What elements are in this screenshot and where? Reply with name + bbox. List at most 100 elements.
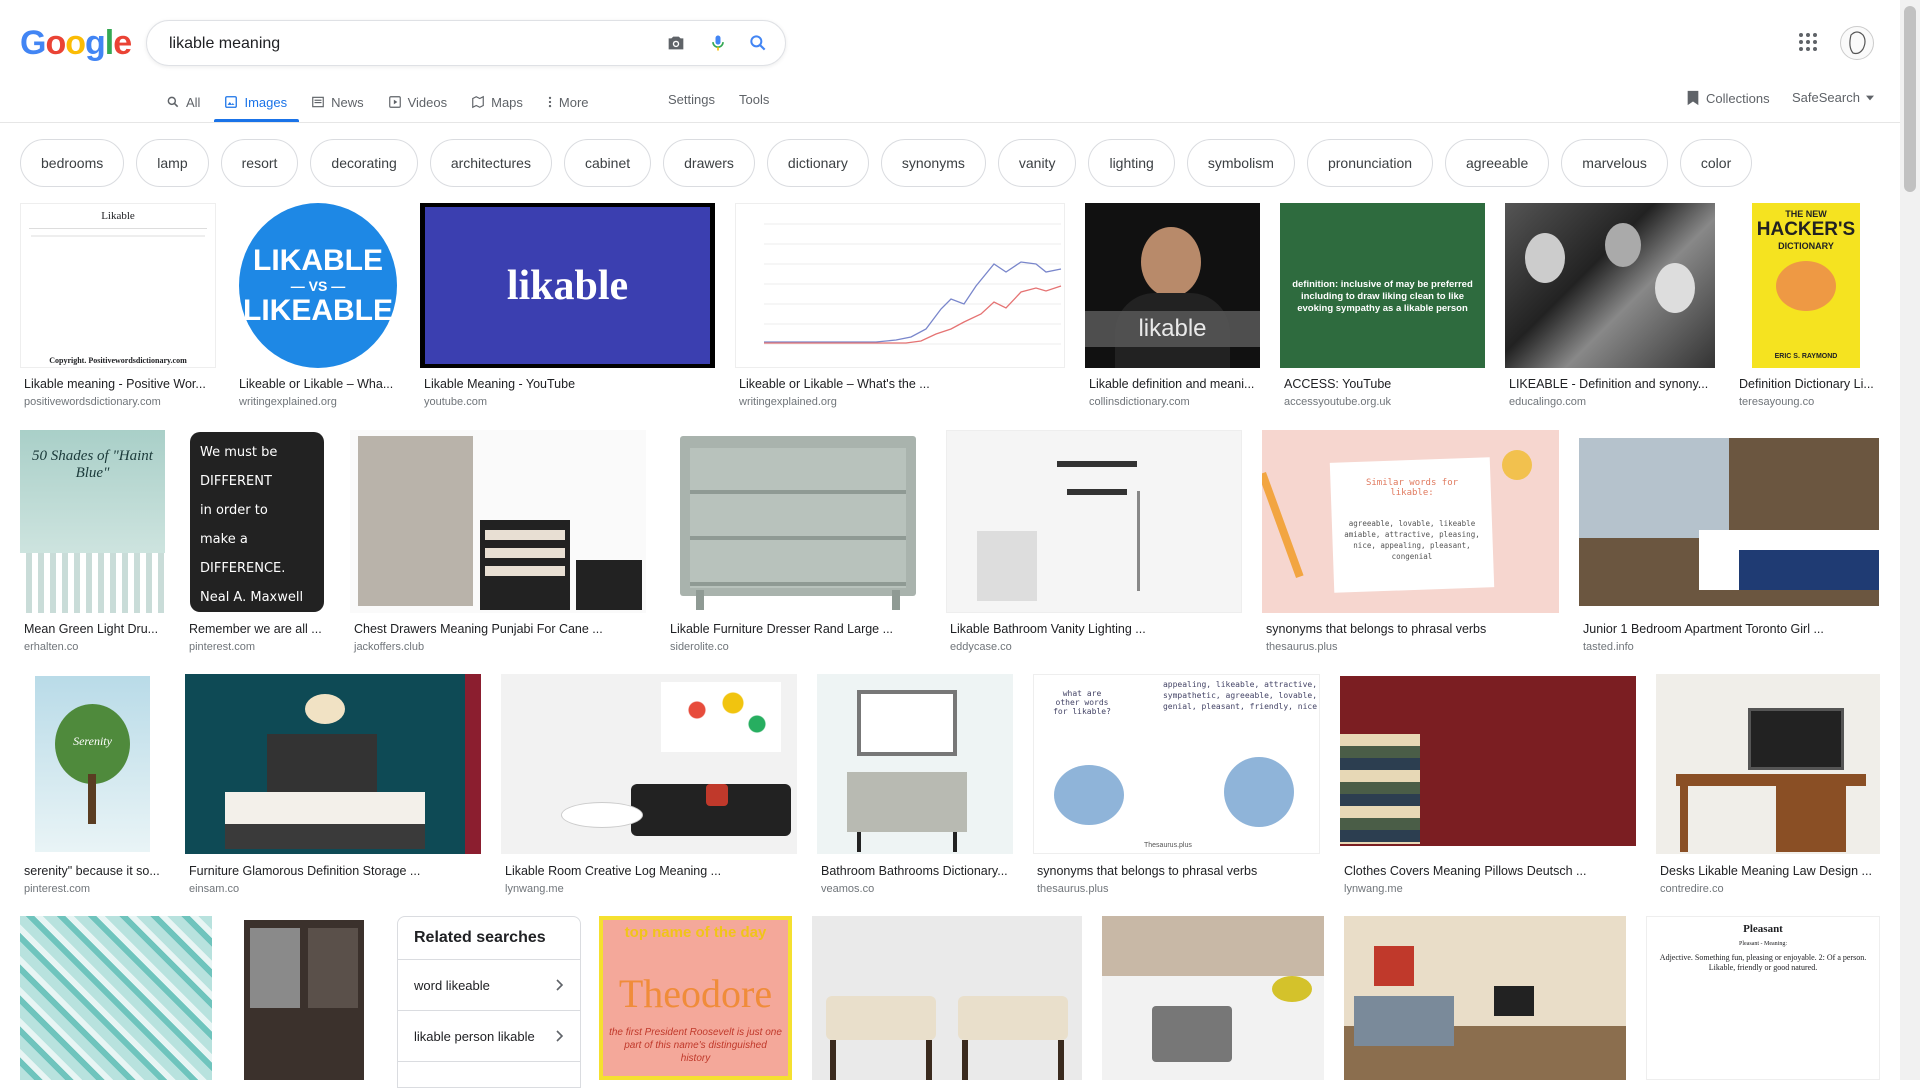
image-result[interactable]: Serenity serenity" because it so... pint… — [20, 674, 165, 899]
result-thumbnail — [1656, 674, 1880, 854]
result-thumbnail — [501, 674, 797, 854]
chip[interactable]: drawers — [663, 139, 755, 187]
result-thumbnail: likable — [420, 203, 715, 368]
chevron-right-icon — [556, 979, 564, 991]
result-thumbnail — [735, 203, 1065, 368]
image-result[interactable] — [1102, 916, 1324, 1080]
result-thumbnail — [232, 916, 377, 1080]
result-thumbnail — [1344, 916, 1626, 1080]
image-result[interactable]: Desks Likable Meaning Law Design ... con… — [1656, 674, 1880, 899]
image-result[interactable]: Similar words for likable: agreeable, lo… — [1262, 430, 1559, 655]
image-result[interactable]: Likable Copyright. Positivewordsdictiona… — [20, 203, 216, 413]
search-icon — [167, 96, 179, 108]
image-result[interactable]: top name of the day Theodore the first P… — [599, 916, 792, 1080]
result-thumbnail — [1102, 916, 1324, 1080]
image-result[interactable]: Furniture Glamorous Definition Storage .… — [185, 674, 481, 899]
tab-all[interactable]: All — [166, 84, 200, 120]
search-icon[interactable] — [745, 30, 771, 56]
chip[interactable]: lamp — [136, 139, 209, 187]
chip[interactable]: bedrooms — [20, 139, 125, 187]
chip[interactable]: dictionary — [766, 139, 869, 187]
image-result[interactable]: Junior 1 Bedroom Apartment Toronto Girl … — [1579, 430, 1879, 655]
result-thumbnail: Pleasant Pleasant - Meaning: Adjective. … — [1646, 916, 1880, 1080]
chip[interactable]: lighting — [1088, 139, 1175, 187]
chevron-down-icon — [1865, 95, 1874, 100]
tools-link[interactable]: Tools — [739, 92, 769, 107]
map-icon — [472, 95, 484, 109]
apps-grid-icon[interactable] — [1796, 30, 1820, 54]
camera-icon[interactable] — [663, 30, 689, 56]
image-result[interactable]: what are other words for likable? appeal… — [1033, 674, 1320, 899]
tab-images[interactable]: Images — [214, 84, 299, 122]
image-result[interactable]: Likable Room Creative Log Meaning ... ly… — [501, 674, 797, 899]
chip[interactable]: marvelous — [1561, 139, 1668, 187]
image-result[interactable]: Likable Furniture Dresser Rand Large ...… — [666, 430, 926, 655]
page-scrollbar[interactable] — [1900, 0, 1920, 1080]
image-result[interactable] — [20, 916, 212, 1080]
image-result[interactable]: likable Likable definition and meani... … — [1085, 203, 1260, 413]
collections-link[interactable]: Collections — [1686, 90, 1770, 106]
image-result[interactable]: 50 Shades of "Haint Blue" Mean Green Lig… — [20, 430, 165, 655]
image-result[interactable]: definition: inclusive of may be preferre… — [1280, 203, 1485, 413]
chip[interactable]: color — [1679, 139, 1753, 187]
chip[interactable]: decorating — [310, 139, 418, 187]
image-result[interactable]: LIKEABLE - Definition and synony... educ… — [1505, 203, 1715, 413]
result-thumbnail: Likable Copyright. Positivewordsdictiona… — [20, 203, 216, 368]
result-thumbnail: Similar words for likable: agreeable, lo… — [1262, 430, 1559, 613]
tab-videos[interactable]: Videos — [388, 84, 447, 120]
image-result[interactable]: Bathroom Bathrooms Dictionary... veamos.… — [817, 674, 1013, 899]
chip[interactable]: synonyms — [880, 139, 986, 187]
result-thumbnail: THE NEW HACKER'S DICTIONARY ERIC S. RAYM… — [1735, 203, 1880, 368]
image-result[interactable]: likable Likable Meaning - YouTube youtub… — [420, 203, 715, 413]
image-result[interactable]: Likeable or Likable – What's the ... wri… — [735, 203, 1065, 413]
video-icon — [388, 96, 401, 108]
chip[interactable]: pronunciation — [1306, 139, 1434, 187]
search-input[interactable] — [167, 21, 651, 67]
result-thumbnail: 50 Shades of "Haint Blue" — [20, 430, 165, 613]
chip[interactable]: agreeable — [1445, 139, 1550, 187]
image-result[interactable]: Chest Drawers Meaning Punjabi For Cane .… — [350, 430, 646, 655]
image-result[interactable] — [812, 916, 1082, 1080]
related-searches-title: Related searches — [398, 917, 580, 960]
image-result[interactable]: We must be DIFFERENT in order to make a … — [185, 430, 330, 655]
result-thumbnail: Serenity — [20, 674, 165, 854]
image-result[interactable]: Clothes Covers Meaning Pillows Deutsch .… — [1340, 674, 1636, 899]
related-search-item[interactable]: word likeable — [398, 960, 580, 1011]
chip[interactable]: symbolism — [1186, 139, 1295, 187]
tab-news[interactable]: News — [311, 84, 364, 120]
result-thumbnail — [1340, 674, 1636, 854]
result-thumbnail: LIKABLE — VS — LIKEABLE — [235, 203, 400, 368]
chevron-right-icon — [556, 1030, 564, 1042]
microphone-icon[interactable] — [705, 30, 731, 56]
result-thumbnail: We must be DIFFERENT in order to make a … — [185, 430, 330, 613]
chip[interactable]: resort — [220, 139, 299, 187]
result-thumbnail — [946, 430, 1242, 613]
image-result[interactable]: THE NEW HACKER'S DICTIONARY ERIC S. RAYM… — [1735, 203, 1880, 413]
result-thumbnail — [817, 674, 1013, 854]
chip[interactable]: architectures — [429, 139, 552, 187]
tab-maps[interactable]: Maps — [471, 84, 523, 120]
image-result[interactable]: LIKABLE — VS — LIKEABLE Likeable or Lika… — [235, 203, 400, 413]
image-result[interactable]: Likable Bathroom Vanity Lighting ... edd… — [946, 430, 1242, 655]
account-avatar[interactable] — [1840, 26, 1874, 60]
image-result[interactable] — [232, 916, 377, 1080]
scrollbar-thumb[interactable] — [1904, 6, 1916, 192]
safesearch-dropdown[interactable]: SafeSearch — [1792, 90, 1874, 105]
related-search-item[interactable]: likable person likable — [398, 1011, 580, 1062]
result-thumbnail — [1505, 203, 1715, 368]
google-logo[interactable]: Google — [20, 24, 132, 63]
result-thumbnail — [20, 916, 212, 1080]
chip[interactable]: cabinet — [563, 139, 652, 187]
image-result[interactable] — [1344, 916, 1626, 1080]
header: Google All Images News — [0, 0, 1900, 123]
search-tabs: All Images News Videos Maps More — [166, 84, 613, 122]
result-thumbnail — [185, 674, 481, 854]
chip[interactable]: vanity — [997, 139, 1077, 187]
settings-link[interactable]: Settings — [668, 92, 715, 107]
tab-more[interactable]: More — [547, 84, 589, 120]
result-thumbnail — [350, 430, 646, 613]
result-thumbnail: definition: inclusive of may be preferre… — [1280, 203, 1485, 368]
ngram-graph — [764, 223, 1062, 345]
image-icon — [225, 96, 238, 108]
image-result[interactable]: Pleasant Pleasant - Meaning: Adjective. … — [1646, 916, 1880, 1080]
